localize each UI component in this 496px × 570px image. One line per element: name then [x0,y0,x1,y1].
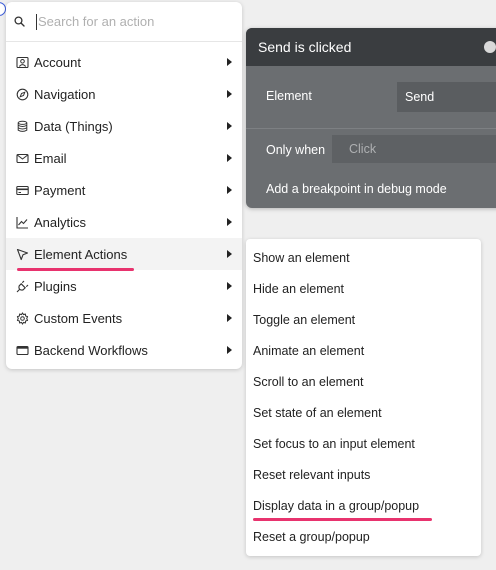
workflow-event-title: Send is clicked [258,39,352,55]
search-bar [6,2,242,42]
menu-item-payment[interactable]: Payment [6,174,242,206]
chevron-right-icon [227,250,232,258]
workflow-event-card: Send is clicked Element Send Only when C… [246,28,496,208]
workflow-event-header: Send is clicked [246,28,496,66]
cursor-pointer-icon [15,247,29,261]
breakpoint-row: Add a breakpoint in debug mode [246,173,496,208]
menu-item-label: Navigation [34,86,96,102]
menu-item-custom-events[interactable]: Custom Events [6,302,242,334]
menu-item-data-things[interactable]: Data (Things) [6,110,242,142]
action-menu: Account Navigation Data (Things) Email [6,2,242,369]
menu-item-account[interactable]: Account [6,46,242,78]
submenu-item-set-focus[interactable]: Set focus to an input element [246,428,481,459]
menu-item-element-actions[interactable]: Element Actions [6,238,242,270]
search-icon [14,15,28,29]
database-icon [15,119,29,133]
menu-item-label: Element Actions [34,246,128,262]
submenu-item-animate-element[interactable]: Animate an element [246,335,481,366]
chevron-right-icon [227,90,232,98]
window-icon [15,343,29,357]
account-icon [15,55,29,69]
menu-item-backend-workflows[interactable]: Backend Workflows [6,334,242,366]
search-input[interactable] [36,13,226,30]
chevron-right-icon [227,154,232,162]
element-label: Element [266,89,312,103]
chevron-right-icon [227,218,232,226]
submenu-item-reset-inputs[interactable]: Reset relevant inputs [246,459,481,490]
action-category-list: Account Navigation Data (Things) Email P… [6,42,242,366]
gear-icon [15,311,29,325]
element-row: Element Send [246,66,496,128]
highlight-underline [17,268,134,271]
chevron-right-icon [227,122,232,130]
submenu-item-display-data[interactable]: Display data in a group/popup [246,490,481,521]
highlight-underline [253,518,432,521]
menu-item-navigation[interactable]: Navigation [6,78,242,110]
only-when-input[interactable]: Click [332,135,496,163]
submenu-item-set-state[interactable]: Set state of an element [246,397,481,428]
credit-card-icon [15,183,29,197]
menu-item-label: Plugins [34,278,77,294]
only-when-row: Only when Click [246,129,496,173]
chevron-right-icon [227,282,232,290]
breakpoint-toggle[interactable]: Add a breakpoint in debug mode [266,182,447,196]
submenu-item-show-element[interactable]: Show an element [246,242,481,273]
chevron-right-icon [227,186,232,194]
menu-item-label: Email [34,150,67,166]
chevron-right-icon [227,58,232,66]
menu-item-label: Analytics [34,214,87,230]
menu-item-label: Custom Events [34,310,123,326]
menu-item-email[interactable]: Email [6,142,242,174]
chevron-right-icon [227,314,232,322]
element-actions-submenu: Show an element Hide an element Toggle a… [246,239,481,556]
submenu-item-toggle-element[interactable]: Toggle an element [246,304,481,335]
envelope-icon [15,151,29,165]
chart-line-icon [15,215,29,229]
menu-item-label: Account [34,54,81,70]
element-dropdown[interactable]: Send [397,82,496,112]
menu-item-plugins[interactable]: Plugins [6,270,242,302]
only-when-label: Only when [266,143,326,157]
submenu-item-scroll-to-element[interactable]: Scroll to an element [246,366,481,397]
compass-icon [15,87,29,101]
menu-item-label: Payment [34,182,86,198]
menu-item-label: Data (Things) [34,118,113,134]
status-dot-icon[interactable] [484,41,496,53]
submenu-item-reset-group[interactable]: Reset a group/popup [246,521,481,552]
menu-item-analytics[interactable]: Analytics [6,206,242,238]
plug-icon [15,279,29,293]
chevron-right-icon [227,346,232,354]
menu-item-label: Backend Workflows [34,342,148,358]
submenu-item-hide-element[interactable]: Hide an element [246,273,481,304]
element-actions-list: Show an element Hide an element Toggle a… [246,239,481,552]
